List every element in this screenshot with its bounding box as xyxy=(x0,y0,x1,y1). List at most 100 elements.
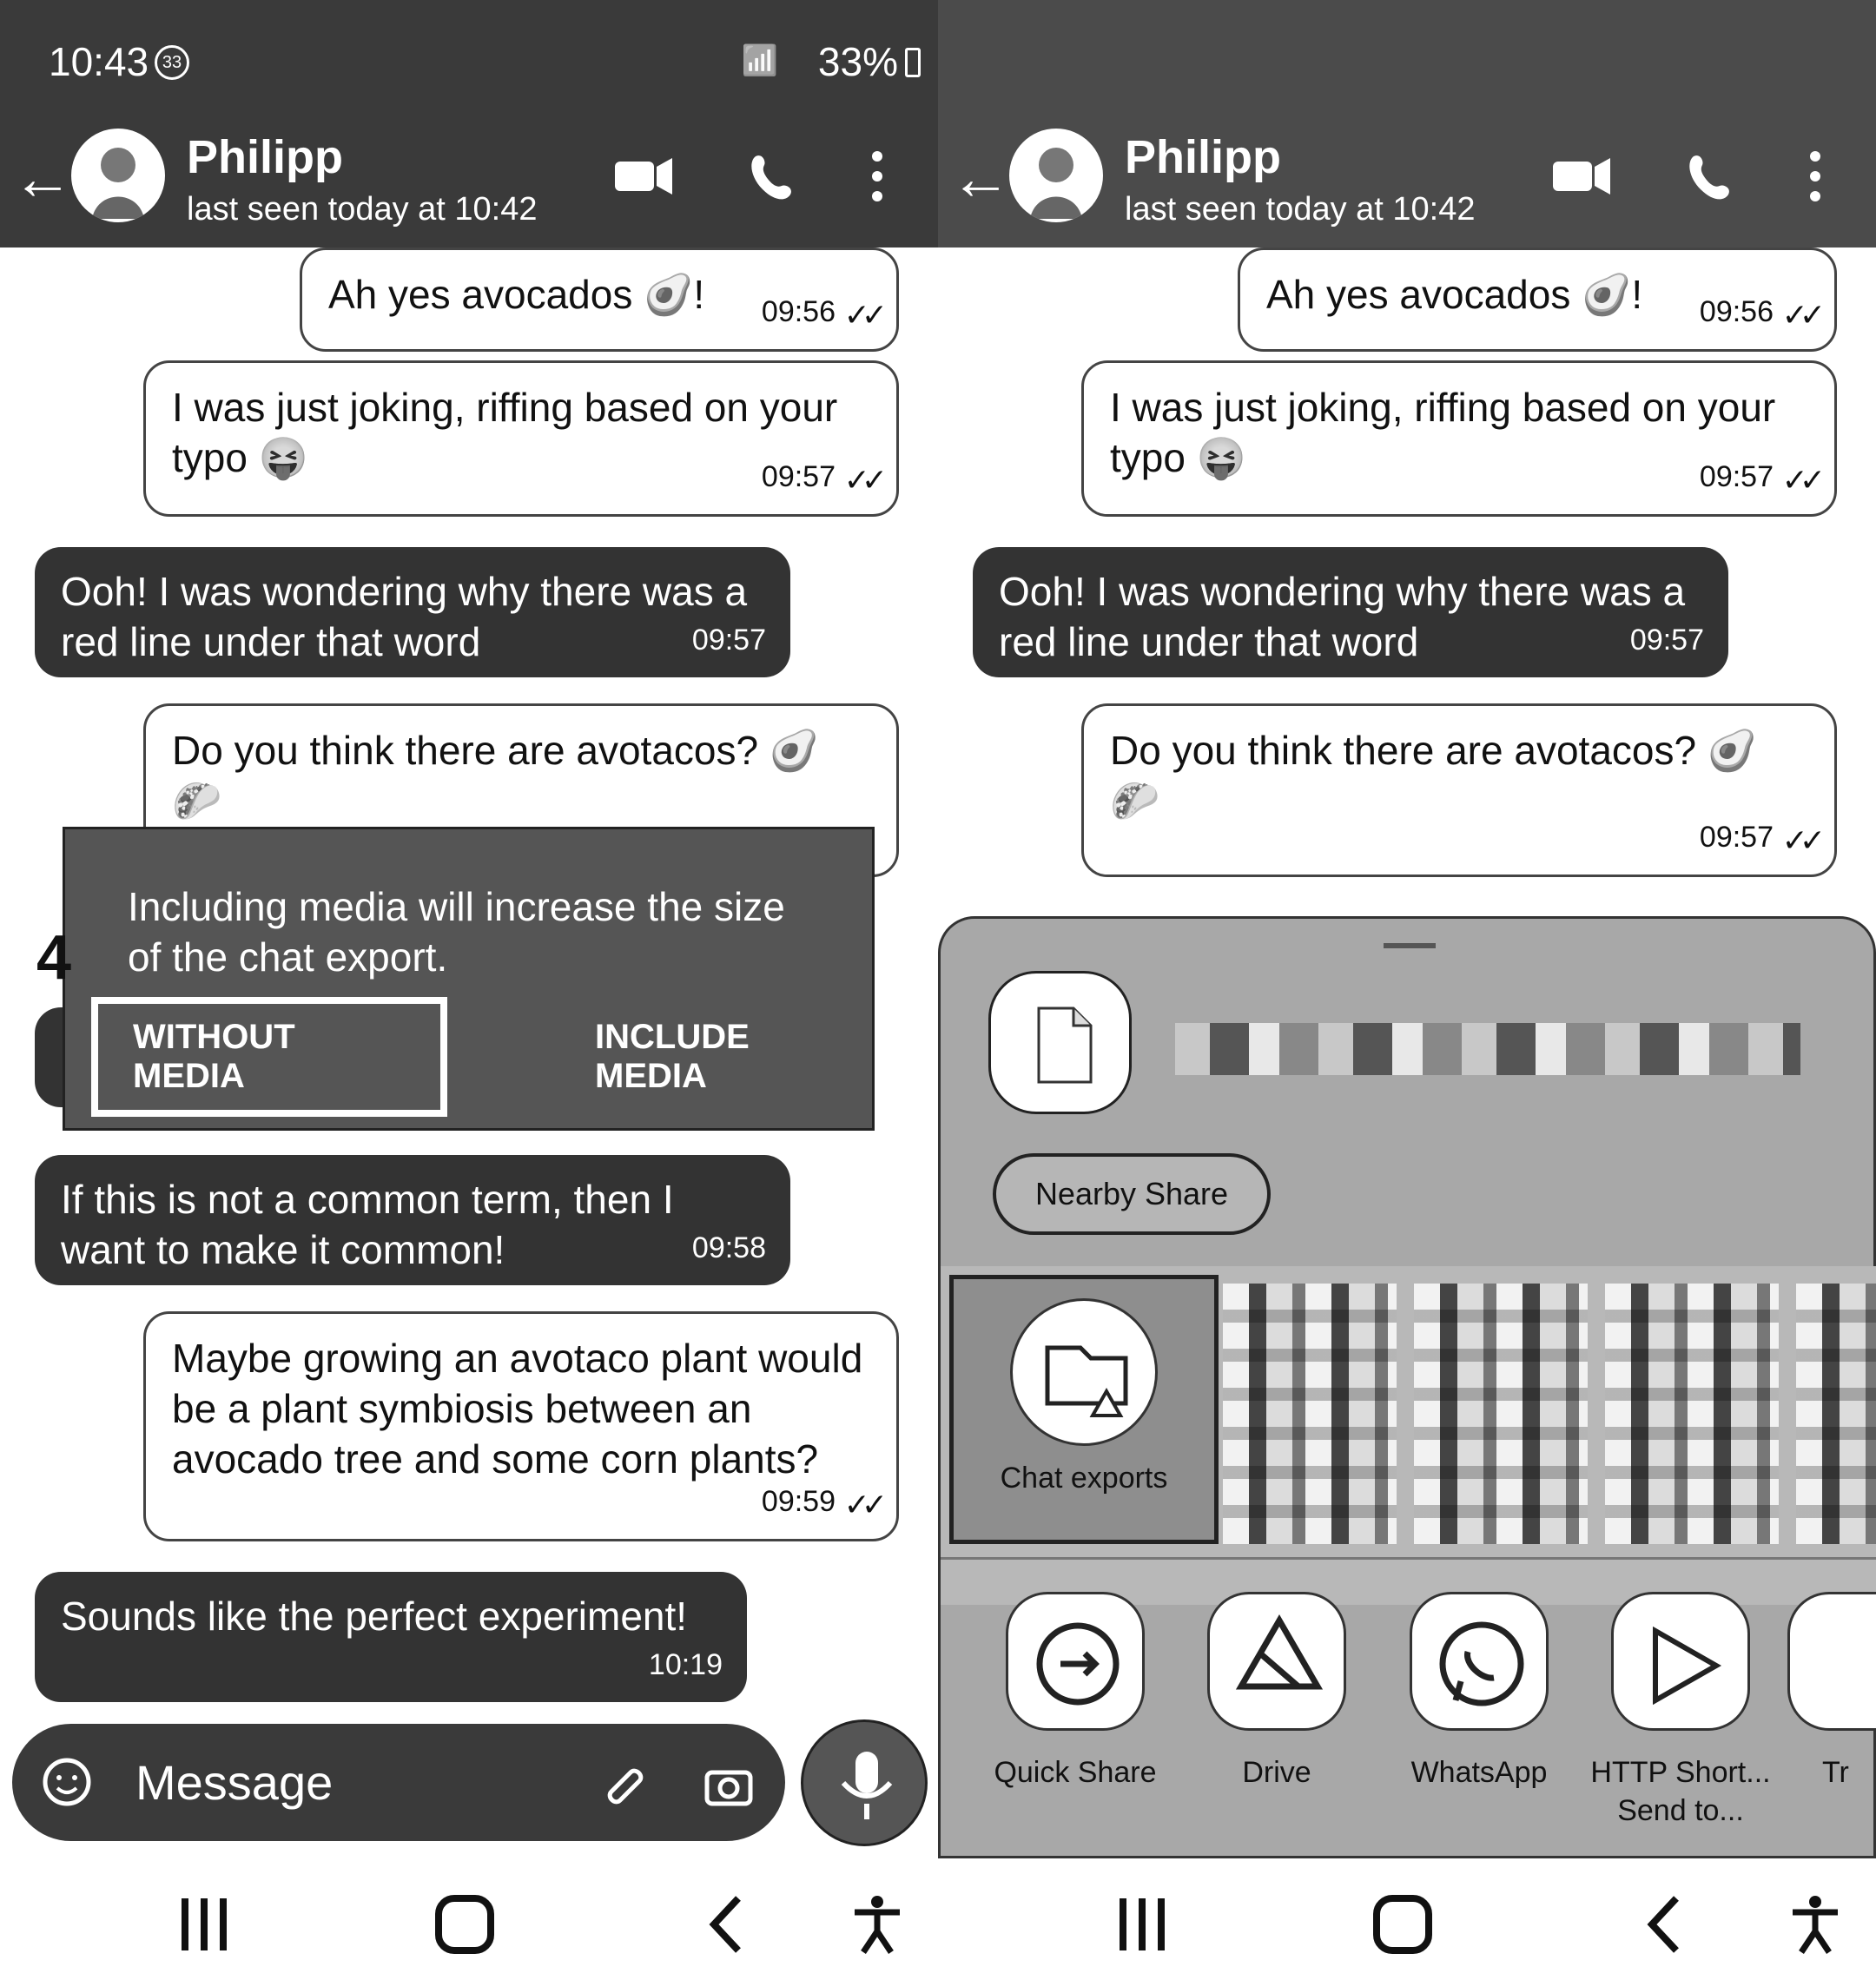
http-shortcuts-icon xyxy=(1611,1592,1750,1731)
contact-name[interactable]: Philipp xyxy=(187,130,343,184)
screenshot-root: 10:43 33 📶 33% ← Philipp last seen today… xyxy=(0,0,1876,1980)
battery-icon xyxy=(905,48,921,77)
whatsapp-icon xyxy=(1410,1592,1549,1731)
partial-app[interactable]: Tr xyxy=(1787,1592,1876,1818)
blurred-contact-1[interactable] xyxy=(1223,1284,1397,1544)
more-menu-icon[interactable] xyxy=(860,146,895,207)
accessibility-icon[interactable] xyxy=(842,1890,912,1959)
whatsapp-app[interactable]: WhatsApp xyxy=(1384,1592,1575,1818)
sheet-divider xyxy=(941,1557,1876,1560)
dialog-message: Including media will increase the size o… xyxy=(128,884,785,980)
quick-share-icon xyxy=(1006,1592,1145,1731)
status-icons: 📶 xyxy=(741,44,782,77)
drive-app[interactable]: Drive xyxy=(1181,1592,1372,1818)
without-media-button[interactable]: WITHOUT MEDIA xyxy=(91,997,447,1117)
message-bubble[interactable]: Ah yes avocados 🥑! 09:56 ✓✓ xyxy=(1238,248,1837,352)
message-bubble[interactable]: Ooh! I was wondering why there was a red… xyxy=(35,547,790,677)
home-icon[interactable] xyxy=(1368,1890,1437,1959)
app-label: Tr xyxy=(1822,1756,1849,1789)
message-time: 09:57 xyxy=(1699,821,1774,854)
video-call-icon[interactable] xyxy=(1546,146,1615,207)
message-bubble[interactable]: Ah yes avocados 🥑! 09:56 ✓✓ xyxy=(300,248,899,352)
app-icon xyxy=(1787,1592,1876,1731)
blurred-contact-2[interactable] xyxy=(1414,1284,1588,1544)
home-icon[interactable] xyxy=(430,1890,499,1959)
step-number-4: 4 xyxy=(36,923,72,993)
message-time: 09:56 xyxy=(1699,295,1774,328)
video-call-icon[interactable] xyxy=(608,146,677,207)
message-time: 09:56 xyxy=(761,295,836,328)
message-time: 09:57 xyxy=(761,460,836,493)
last-seen-text: last seen today at 10:42 xyxy=(187,191,538,228)
chat-exports-tile[interactable]: Chat exports xyxy=(949,1275,1219,1544)
camera-icon[interactable] xyxy=(698,1755,759,1816)
chat-header: ← Philipp last seen today at 10:42 xyxy=(0,122,938,248)
double-check-icon: ✓✓ xyxy=(843,297,888,333)
avatar[interactable] xyxy=(71,129,165,222)
back-arrow-icon[interactable]: ← xyxy=(950,148,1011,208)
blurred-contact-3[interactable] xyxy=(1605,1284,1779,1544)
recent-apps-icon[interactable] xyxy=(169,1890,239,1959)
accessibility-icon[interactable] xyxy=(1780,1890,1850,1959)
blurred-contact-4[interactable] xyxy=(1796,1284,1876,1544)
chat-exports-label: Chat exports xyxy=(1000,1462,1168,1495)
message-time: 09:57 xyxy=(691,624,766,657)
message-bubble[interactable]: I was just joking, riffing based on your… xyxy=(143,360,899,517)
recent-apps-icon[interactable] xyxy=(1107,1890,1177,1959)
double-check-icon: ✓✓ xyxy=(1781,822,1826,858)
message-bubble[interactable]: Ooh! I was wondering why there was a red… xyxy=(973,547,1728,677)
message-bubble[interactable]: Do you think there are avotacos? 🥑 🌮 09:… xyxy=(1081,703,1837,877)
app-label: Drive xyxy=(1242,1756,1311,1789)
mic-button[interactable] xyxy=(801,1719,928,1846)
double-check-icon: ✓✓ xyxy=(843,1487,888,1522)
message-text: Do you think there are avotacos? 🥑 🌮 xyxy=(172,728,820,823)
double-check-icon: ✓✓ xyxy=(843,462,888,498)
back-icon[interactable] xyxy=(695,1890,764,1959)
quick-share-app[interactable]: Quick Share xyxy=(980,1592,1171,1818)
blurred-file-name xyxy=(1175,1023,1800,1075)
drag-handle[interactable] xyxy=(1384,943,1436,948)
last-seen-text: last seen today at 10:42 xyxy=(1125,191,1476,228)
message-bubble[interactable]: If this is not a common term, then I wan… xyxy=(35,1155,790,1285)
nearby-share-button[interactable]: Nearby Share xyxy=(993,1153,1271,1235)
message-input[interactable]: Message xyxy=(135,1754,333,1811)
message-bubble[interactable]: Maybe growing an avotaco plant would be … xyxy=(143,1311,899,1541)
chat-header: ← Philipp last seen today at 10:42 xyxy=(938,122,1876,248)
drive-icon xyxy=(1207,1592,1346,1731)
message-time: 09:58 xyxy=(691,1231,766,1264)
double-check-icon: ✓✓ xyxy=(1781,462,1826,498)
include-media-button[interactable]: INCLUDE MEDIA xyxy=(560,997,872,1117)
avatar[interactable] xyxy=(1009,129,1103,222)
back-arrow-icon[interactable]: ← xyxy=(12,148,73,208)
message-bubble[interactable]: I was just joking, riffing based on your… xyxy=(1081,360,1837,517)
message-input-bar[interactable]: Message xyxy=(12,1724,785,1841)
double-check-icon: ✓✓ xyxy=(1781,297,1826,333)
left-phone-screen: 10:43 33 📶 33% ← Philipp last seen today… xyxy=(0,0,938,1980)
chat-exports-folder-icon xyxy=(1010,1298,1158,1446)
android-nav-bar xyxy=(0,1867,938,1980)
message-bubble[interactable]: Sounds like the perfect experiment! 10:1… xyxy=(35,1572,747,1702)
file-preview xyxy=(988,971,1132,1114)
battery-percent: 33% xyxy=(817,39,898,84)
http-shortcuts-app[interactable]: HTTP Short... Send to... xyxy=(1585,1592,1776,1827)
status-bar xyxy=(938,0,1876,122)
status-time: 10:43 xyxy=(49,39,149,84)
emoji-icon[interactable] xyxy=(36,1752,97,1812)
status-bar: 10:43 33 📶 33% xyxy=(0,0,938,122)
message-text: Ooh! I was wondering why there was a red… xyxy=(999,569,1686,664)
app-label: Quick Share xyxy=(994,1756,1157,1789)
message-text: Sounds like the perfect experiment! xyxy=(61,1594,688,1639)
attachment-icon[interactable] xyxy=(594,1755,655,1816)
more-menu-icon[interactable] xyxy=(1798,146,1833,207)
phone-call-icon[interactable] xyxy=(738,146,808,207)
contact-name[interactable]: Philipp xyxy=(1125,130,1281,184)
message-text: Do you think there are avotacos? 🥑 🌮 xyxy=(1110,728,1758,823)
app-label: HTTP Short... Send to... xyxy=(1590,1756,1771,1827)
message-time: 09:59 xyxy=(761,1485,836,1518)
message-time: 09:57 xyxy=(1629,624,1704,657)
message-text: Maybe growing an avotaco plant would be … xyxy=(172,1336,863,1482)
android-nav-bar xyxy=(938,1867,1876,1980)
message-text: Ooh! I was wondering why there was a red… xyxy=(61,569,748,664)
back-icon[interactable] xyxy=(1633,1890,1702,1959)
phone-call-icon[interactable] xyxy=(1676,146,1746,207)
